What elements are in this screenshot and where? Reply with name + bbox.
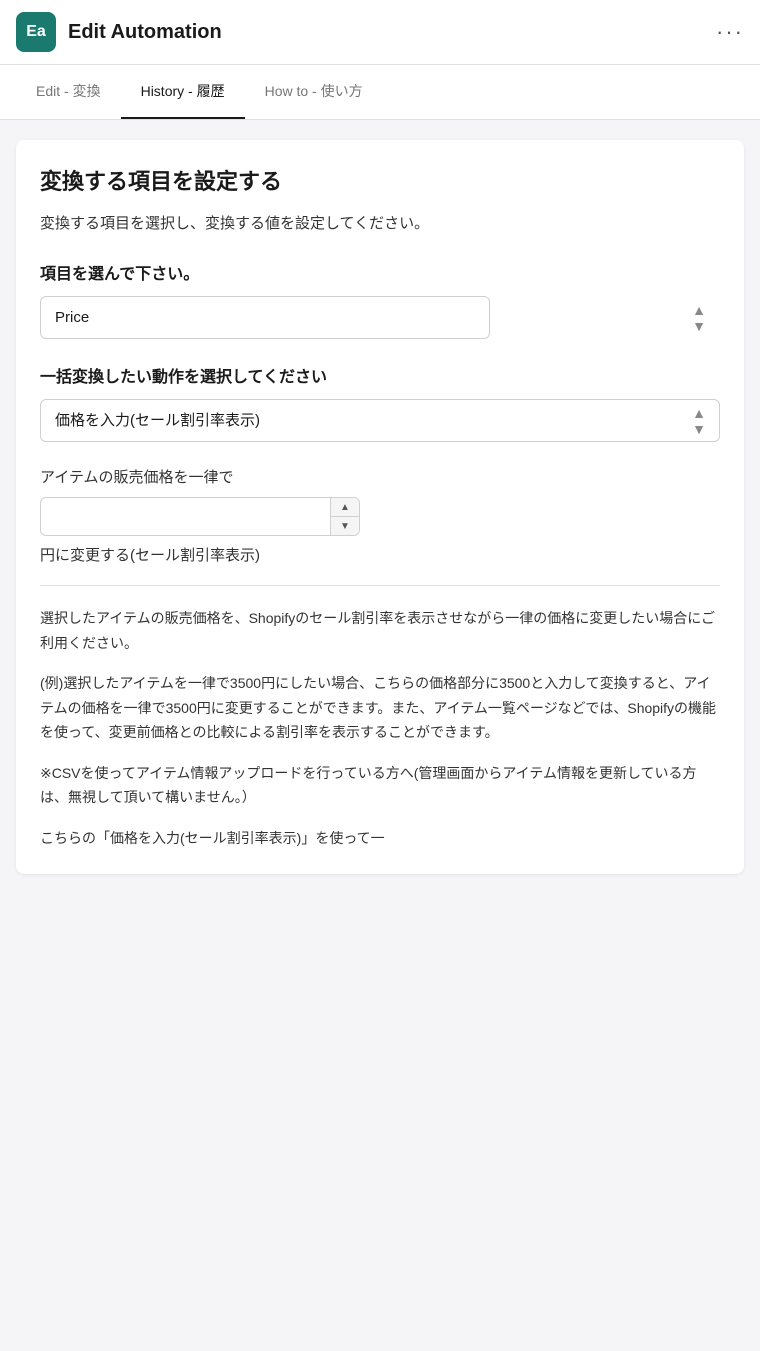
number-spinner: ▲ ▼ [330,498,359,535]
section-description: 変換する項目を選択し、変換する値を設定してください。 [40,212,720,236]
spinner-up-button[interactable]: ▲ [331,498,359,517]
description-2: (例)選択したアイテムを一律で3500円にしたい場合、こちらの価格部分に3500… [40,671,720,745]
app-icon: Ea [16,12,56,52]
description-3: ※CSVを使ってアイテム情報アップロードを行っている方へ(管理画面からアイテム情… [40,761,720,810]
item-select-arrow: ▲ ▼ [692,303,706,333]
description-1: 選択したアイテムの販売価格を、Shopifyのセール割引率を表示させながら一律の… [40,606,720,655]
tabs-nav: Edit - 変換 History - 履歴 How to - 使い方 [0,65,760,120]
tab-edit[interactable]: Edit - 変換 [16,65,121,119]
after-input-text: 円に変更する(セール割引率表示) [40,544,720,565]
item-select-wrapper: Price ▲ ▼ [40,296,720,339]
number-input-wrapper: ▲ ▼ [40,497,360,536]
more-options-button[interactable]: ··· [716,19,744,45]
action-select-wrapper: 価格を入力(セール割引率表示) ▲ ▼ [40,399,720,442]
item-select[interactable]: Price [40,296,490,339]
page-title: Edit Automation [68,21,222,44]
tab-history[interactable]: History - 履歴 [121,65,245,119]
section-title: 変換する項目を設定する [40,164,720,196]
app-header: Ea Edit Automation ··· [0,0,760,65]
field-label: 項目を選んで下さい。 [40,260,720,284]
description-4: こちらの「価格を入力(セール割引率表示)」を使って一 [40,826,720,851]
number-input-label: アイテムの販売価格を一律で [40,466,720,487]
spinner-down-button[interactable]: ▼ [331,517,359,535]
header-left: Ea Edit Automation [16,12,222,52]
divider [40,585,720,586]
price-input[interactable] [41,498,330,535]
number-input-section: アイテムの販売価格を一律で ▲ ▼ [40,466,720,536]
action-label: 一括変換したい動作を選択してください [40,363,720,387]
main-content: 変換する項目を設定する 変換する項目を選択し、変換する値を設定してください。 項… [0,120,760,910]
settings-card: 変換する項目を設定する 変換する項目を選択し、変換する値を設定してください。 項… [16,140,744,874]
action-select[interactable]: 価格を入力(セール割引率表示) [40,399,720,442]
tab-howto[interactable]: How to - 使い方 [245,65,383,119]
